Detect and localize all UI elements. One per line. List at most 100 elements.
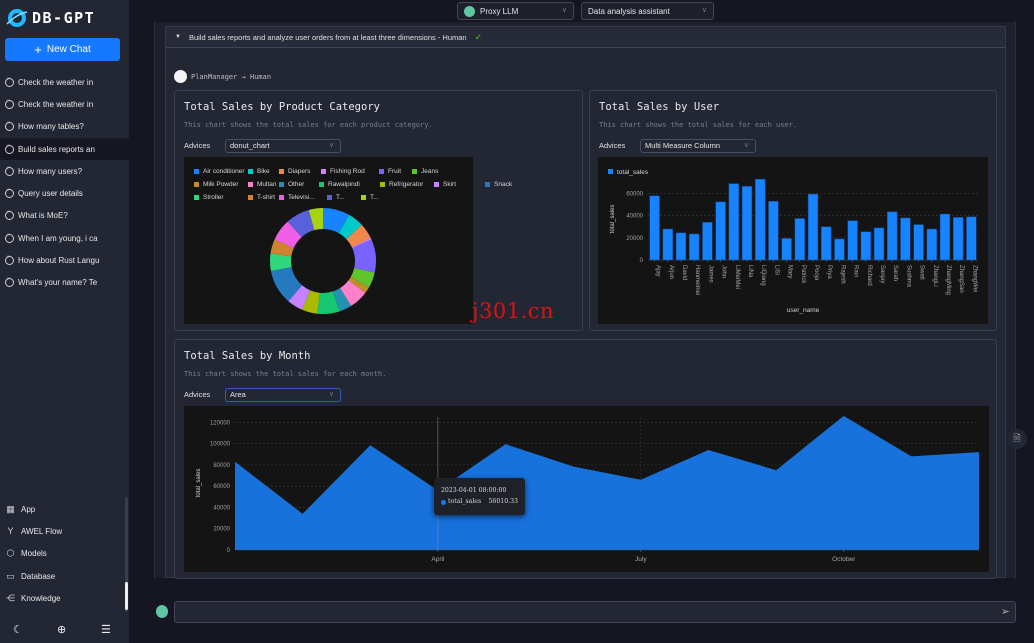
y-tick-label: 100000 [210, 442, 231, 448]
bar [900, 217, 911, 261]
sidebar-nav-app[interactable]: ▦ App [0, 498, 129, 520]
legend-label: Snack [494, 181, 513, 188]
new-chat-label: New Chat [46, 44, 91, 55]
chat-input-row: ➢ [156, 601, 1016, 623]
scene-select[interactable]: Data analysis assistant ∨ [581, 2, 714, 20]
bar [887, 211, 898, 261]
chevron-down-icon: ∨ [701, 7, 707, 14]
y-axis-label: total_sales [196, 469, 202, 498]
chat-history-item[interactable]: How many tables? [0, 116, 129, 138]
model-select[interactable]: Proxy LLM ∨ [457, 2, 574, 20]
chat-history-item[interactable]: What is MoE? [0, 205, 129, 227]
donut-chart [270, 208, 376, 314]
advices-select-value: donut_chart [230, 141, 270, 150]
x-tick-label: Ajay [655, 265, 661, 277]
chat-history-label: How many users? [18, 166, 83, 176]
chevron-down-icon: ∨ [328, 142, 334, 149]
sidebar-nav-awel-flow[interactable]: Y AWEL Flow [0, 520, 129, 542]
chevron-down-icon: ∨ [561, 7, 567, 14]
sidebar-scrollbar[interactable] [125, 497, 128, 612]
chat-history-label: Check the weather in [18, 77, 94, 87]
logo: DB-GPT [6, 8, 95, 28]
y-tick-label: 60000 [213, 484, 230, 490]
chat-input[interactable] [174, 601, 1016, 623]
chat-history-item[interactable]: How about Rust Langu [0, 249, 129, 271]
advices-select-value: Area [230, 390, 246, 399]
caret-down-icon[interactable]: ▼ [175, 34, 181, 40]
x-tick-label: LiNa [747, 265, 753, 278]
y-tick-label: 20000 [626, 236, 643, 242]
category-chart-card: Total Sales by Product Category This cha… [174, 90, 583, 331]
x-tick-label: LiSi [773, 265, 779, 275]
sidebar-nav-models[interactable]: ⬡ Models [0, 543, 129, 565]
x-tick-label: Priya [826, 265, 832, 279]
y-tick-label: 0 [640, 258, 644, 264]
chat-history-item[interactable]: Check the weather in [0, 71, 129, 93]
x-tick-label: Richard [866, 265, 872, 286]
x-tick-label: Sanjay [879, 265, 885, 283]
bar-chart: total_sales 0 20000 40000 60000 total_sales Aj… [608, 169, 978, 314]
chat-history-item[interactable]: Check the weather in [0, 93, 129, 115]
cube-icon: ⬡ [6, 548, 15, 559]
watermark: j301.cn [472, 299, 555, 323]
file-icon-button[interactable]: 🗎 [1007, 429, 1027, 449]
chat-bubble-icon [5, 231, 14, 243]
x-tick-label: April [431, 556, 445, 563]
chat-bubble-icon [5, 164, 14, 176]
new-chat-button[interactable]: + New Chat [5, 38, 120, 61]
advices-select[interactable]: Area ∨ [225, 388, 341, 402]
chevron-down-icon: ∨ [328, 391, 334, 398]
x-tick-label: Ravi [853, 265, 859, 277]
advices-select[interactable]: Multi Measure Column ∨ [640, 139, 756, 153]
bar [834, 238, 845, 261]
chat-history-label: Check the weather in [18, 99, 94, 109]
chat-history-list: Check the weather in Check the weather in… [0, 71, 129, 294]
area-series [235, 415, 979, 550]
sidebar-nav-knowledge[interactable]: ⋲ Knowledge [0, 587, 129, 609]
chat-history-item[interactable]: How many users? [0, 160, 129, 182]
x-tick-label: ZhangSan [958, 265, 964, 293]
task-header[interactable]: ▼ Build sales reports and analyze user o… [166, 27, 1005, 48]
tooltip-value: 56010.33 [488, 498, 518, 505]
bar [662, 228, 673, 261]
x-tick-label: LiMeiMei [734, 265, 740, 289]
chart-tooltip: 2023-04-01 08:00:00 total_sales 56010.33 [434, 478, 525, 515]
bar [821, 226, 832, 261]
card-title: Total Sales by Product Category [184, 101, 380, 113]
bar [715, 201, 726, 261]
chat-bubble-icon [5, 253, 14, 266]
y-tick-label: 60000 [626, 192, 643, 198]
share-nodes-icon: ⋲ [6, 592, 15, 603]
y-tick-label: 80000 [213, 463, 230, 469]
x-tick-label: Sarah [892, 265, 898, 281]
globe-icon[interactable]: ⊕ [57, 623, 66, 636]
bar [873, 227, 885, 261]
x-tick-label: Mary [787, 265, 793, 278]
collapse-menu-icon[interactable]: ☰ [101, 623, 111, 636]
sidebar-nav-label: Models [21, 549, 47, 559]
chat-history-item[interactable]: Query user details [0, 182, 129, 204]
chat-bubble-icon [5, 97, 14, 109]
bar [966, 216, 977, 261]
x-tick-label: July [635, 556, 647, 563]
bar [860, 231, 871, 261]
sidebar-nav-database[interactable]: ▭ Database [0, 565, 129, 587]
check-icon: ✓ [474, 31, 483, 42]
bar [939, 213, 951, 261]
file-icon: 🗎 [1013, 433, 1021, 443]
chat-history-item[interactable]: Build sales reports an [0, 137, 129, 161]
legend-item[interactable]: Snack [485, 181, 512, 188]
send-icon[interactable]: ➢ [1001, 605, 1010, 618]
x-tick-label: ZhangWei [971, 265, 977, 292]
sidebar-nav-label: Database [21, 571, 56, 581]
chat-history-item[interactable]: What's your name? Te [0, 272, 129, 294]
advices-select[interactable]: donut_chart ∨ [225, 139, 341, 153]
chevron-down-icon: ∨ [743, 142, 749, 149]
moon-icon[interactable]: ☾ [13, 623, 23, 636]
month-chart-card: Total Sales by Month This chart shows th… [174, 339, 997, 579]
card-description: This chart shows the total sales for eac… [184, 370, 387, 378]
chat-history-label: Query user details [18, 189, 83, 199]
agent-avatar [174, 70, 187, 83]
scrollbar-thumb[interactable] [125, 582, 128, 610]
chat-history-item[interactable]: When I am young, i ca [0, 227, 129, 249]
